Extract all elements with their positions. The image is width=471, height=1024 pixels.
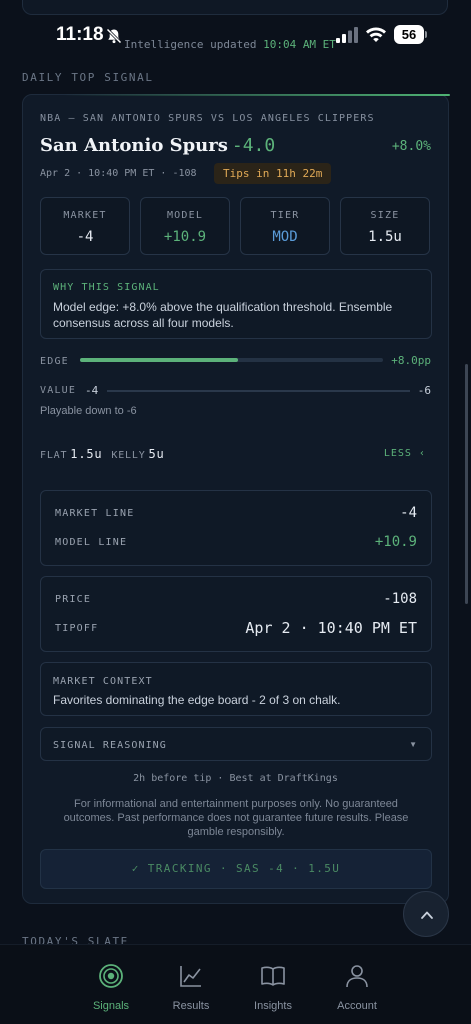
playable-note: Playable down to -6 <box>40 405 137 417</box>
book-icon <box>261 966 285 986</box>
wifi-icon <box>366 27 386 42</box>
tab-results[interactable]: Results <box>151 963 231 1012</box>
edge-label: EDGE <box>40 356 69 367</box>
scroll-to-top-button[interactable] <box>403 891 449 937</box>
market-context-box: MARKET CONTEXT Favorites dominating the … <box>40 662 432 716</box>
price-label: PRICE <box>55 594 92 605</box>
tips-in-badge: Tips in 11h 22m <box>214 163 332 184</box>
tab-insights[interactable]: Insights <box>233 963 313 1012</box>
tab-account[interactable]: Account <box>317 963 397 1012</box>
kelly-value: 5u <box>148 447 165 461</box>
stat-tier: TIER MOD <box>240 197 330 255</box>
bottom-tab-bar: Signals Results Insights Account <box>0 944 471 1024</box>
less-button[interactable]: LESS ‹ <box>384 448 426 459</box>
edge-percent: +8.0% <box>391 139 431 154</box>
edge-bar <box>80 358 383 362</box>
status-bar: 11:18 Intelligence updated 10:04 AM ET 5… <box>0 18 471 54</box>
signal-title: San Antonio Spurs -4.0 <box>40 135 275 156</box>
target-icon <box>99 964 123 988</box>
value-low: -4 <box>85 384 99 397</box>
tipoff-label: TIPOFF <box>55 623 99 634</box>
flat-value: 1.5u <box>70 447 103 461</box>
flat-label: FLAT <box>40 450 68 461</box>
chevron-left-icon: ‹ <box>418 448 426 459</box>
team-name: San Antonio Spurs <box>40 135 228 156</box>
market-line-label: MARKET LINE <box>55 508 135 519</box>
edge-value: +8.0pp <box>391 354 431 367</box>
cellular-signal-icon <box>336 27 358 43</box>
sizing-row: FLAT 1.5u KELLY 5u <box>40 447 174 461</box>
disclaimer: For informational and entertainment purp… <box>63 798 409 838</box>
tracking-button[interactable]: ✓ TRACKING · SAS -4 · 1.5U <box>40 849 432 889</box>
stat-size: SIZE 1.5u <box>340 197 430 255</box>
battery-icon: 56 <box>394 25 428 44</box>
previous-card <box>22 0 448 15</box>
person-icon <box>346 965 368 988</box>
bell-muted-icon <box>106 28 122 44</box>
top-signal-card: NBA — SAN ANTONIO SPURS VS LOS ANGELES C… <box>22 94 450 904</box>
caret-down-icon: ▼ <box>409 740 417 749</box>
value-label: VALUE <box>40 385 77 396</box>
card-accent <box>63 94 450 96</box>
game-meta: Apr 2 · 10:40 PM ET · -108 <box>40 168 197 179</box>
why-this-signal: WHY THIS SIGNAL Model edge: +8.0% above … <box>40 269 432 339</box>
tipoff-value: Apr 2 · 10:40 PM ET <box>245 619 417 637</box>
chart-line-icon <box>180 966 201 987</box>
price-box: PRICE -108 TIPOFF Apr 2 · 10:40 PM ET <box>40 576 432 652</box>
signal-reasoning-toggle[interactable]: SIGNAL REASONING ▼ <box>40 727 432 761</box>
clock: 11:18 <box>56 24 104 45</box>
intel-updated: Intelligence updated 10:04 AM ET <box>124 38 336 51</box>
lines-box: MARKET LINE -4 MODEL LINE +10.9 <box>40 490 432 566</box>
why-title: WHY THIS SIGNAL <box>53 282 160 293</box>
why-text: Model edge: +8.0% above the qualificatio… <box>53 300 393 330</box>
model-line-value: +10.9 <box>374 534 417 550</box>
market-context-text: Favorites dominating the edge board - 2 … <box>53 693 341 707</box>
market-context-title: MARKET CONTEXT <box>53 676 153 687</box>
value-high: -6 <box>417 384 431 397</box>
chevron-up-icon <box>421 911 433 919</box>
stat-market: MARKET -4 <box>40 197 130 255</box>
battery-level: 56 <box>394 25 424 44</box>
kelly-label: KELLY <box>111 450 146 461</box>
market-line-value: -4 <box>400 505 417 521</box>
tab-signals[interactable]: Signals <box>71 963 151 1012</box>
price-value: -108 <box>383 591 417 607</box>
section-title-daily-top-signal: DAILY TOP SIGNAL <box>22 71 154 84</box>
value-range-bar <box>107 390 410 392</box>
best-at-note: 2h before tip · Best at DraftKings <box>133 773 338 784</box>
stat-model: MODEL +10.9 <box>140 197 230 255</box>
spread-value: -4.0 <box>231 135 276 156</box>
edge-bar-fill <box>80 358 238 362</box>
model-line-label: MODEL LINE <box>55 537 128 548</box>
scrollbar[interactable] <box>465 364 468 604</box>
matchup-label: NBA — SAN ANTONIO SPURS VS LOS ANGELES C… <box>40 113 375 124</box>
